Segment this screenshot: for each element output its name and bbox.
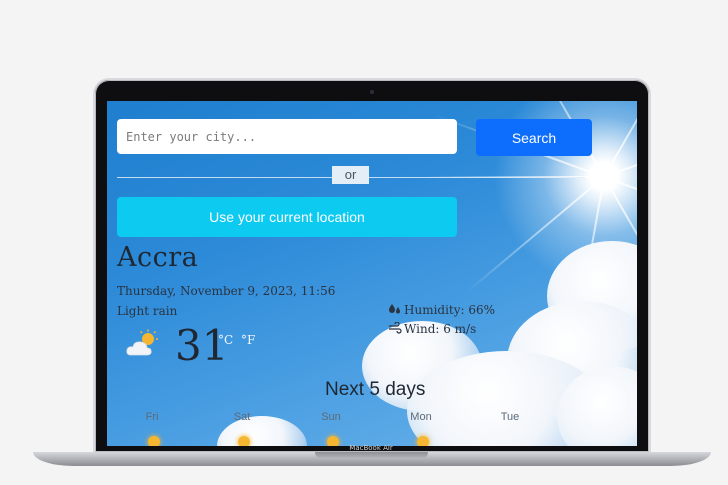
or-divider-label: or — [332, 166, 369, 184]
forecast-day: Tue — [500, 411, 520, 423]
droplets-icon — [389, 304, 400, 314]
laptop-notch — [315, 452, 428, 459]
app-screen: Search or Use your current location Accr… — [107, 101, 637, 446]
forecast-sun-icon — [238, 436, 250, 446]
search-button[interactable]: Search — [476, 119, 592, 156]
wind-text: Wind: 6 m/s — [404, 322, 477, 336]
sun-behind-cloud-icon — [126, 329, 158, 356]
forecast-sun-icon — [148, 436, 160, 446]
forecast-day: Fri — [145, 411, 159, 423]
city-search-input[interactable] — [117, 119, 457, 154]
humidity-row: Humidity: 66% — [388, 303, 495, 317]
forecast-day: Mon — [410, 411, 432, 423]
laptop-lid: Search or Use your current location Accr… — [95, 80, 649, 452]
humidity-text: Humidity: 66% — [404, 303, 496, 317]
fahrenheit-unit-link[interactable]: °F — [241, 333, 255, 347]
use-current-location-button[interactable]: Use your current location — [117, 197, 457, 237]
weather-description: Light rain — [117, 304, 178, 318]
forecast-sun-icon — [417, 436, 429, 446]
city-name: Accra — [117, 242, 199, 273]
celsius-unit-link[interactable]: °C — [218, 333, 233, 347]
wind-row: Wind: 6 m/s — [388, 322, 476, 336]
forecast-day: Sun — [321, 411, 341, 423]
date-time: Thursday, November 9, 2023, 11:56 — [117, 284, 336, 298]
wind-icon — [389, 322, 402, 334]
laptop-model-label: MacBook Air — [349, 444, 393, 452]
forecast-title: Next 5 days — [325, 379, 426, 400]
camera-dot — [370, 90, 374, 94]
forecast-day: Sat — [233, 411, 251, 423]
